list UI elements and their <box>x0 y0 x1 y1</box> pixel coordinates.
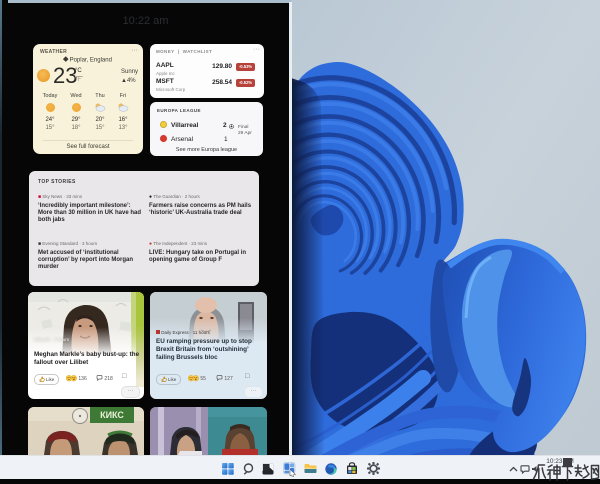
svg-text:КИКС: КИКС <box>100 410 124 420</box>
